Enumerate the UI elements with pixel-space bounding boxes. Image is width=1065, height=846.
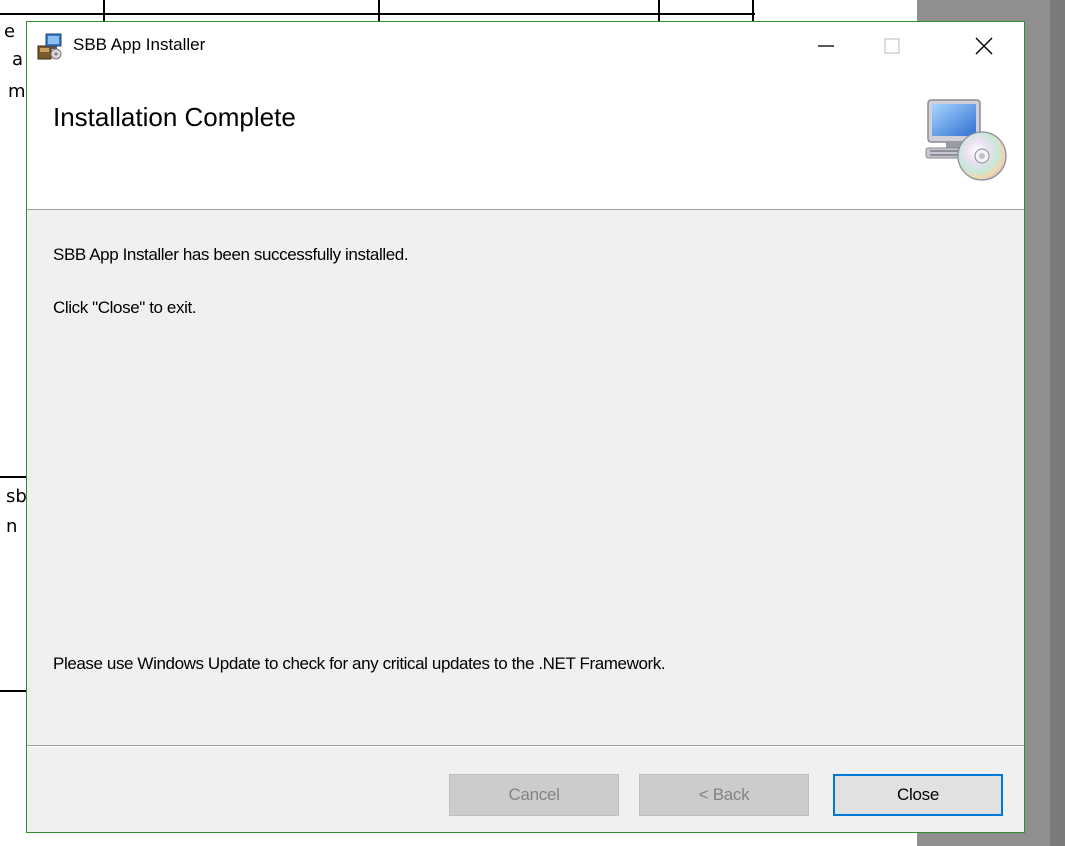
desktop-stage: e a m sb n SBB App Installer Installatio…: [0, 0, 1065, 846]
bg-text-fragment: a: [12, 49, 24, 70]
cancel-button[interactable]: Cancel: [449, 774, 619, 816]
bg-table-line: [0, 690, 26, 692]
window-title: SBB App Installer: [73, 35, 206, 54]
minimize-icon: [818, 45, 834, 47]
close-icon: [975, 37, 993, 55]
success-message: SBB App Installer has been successfully …: [53, 245, 409, 264]
wizard-header: Installation Complete: [27, 70, 1024, 210]
back-button[interactable]: < Back: [639, 774, 809, 816]
background-edge: [1050, 0, 1065, 846]
bg-table-line: [752, 0, 754, 21]
close-button[interactable]: Close: [833, 774, 1003, 816]
computer-cd-icon: [918, 98, 1014, 182]
page-title: Installation Complete: [53, 102, 296, 132]
close-window-button[interactable]: [954, 22, 1014, 70]
bg-text-fragment: sb: [6, 486, 27, 507]
bg-text-fragment: m: [8, 81, 26, 102]
installer-window: SBB App Installer Installation Complete: [26, 21, 1025, 833]
footer-separator: [27, 745, 1024, 747]
bg-text-fragment: e: [4, 21, 16, 42]
maximize-icon: [884, 38, 900, 54]
close-instruction: Click "Close" to exit.: [53, 298, 197, 317]
bg-table-line: [658, 0, 660, 21]
bg-table-line: [378, 0, 380, 21]
maximize-button[interactable]: [862, 22, 922, 70]
bg-table-line: [0, 476, 26, 478]
bg-text-fragment: n: [6, 516, 18, 537]
bg-table-line: [103, 0, 105, 21]
installer-app-icon: [37, 32, 63, 60]
minimize-button[interactable]: [796, 22, 856, 70]
update-note: Please use Windows Update to check for a…: [53, 654, 666, 673]
title-bar[interactable]: SBB App Installer: [27, 22, 1024, 70]
